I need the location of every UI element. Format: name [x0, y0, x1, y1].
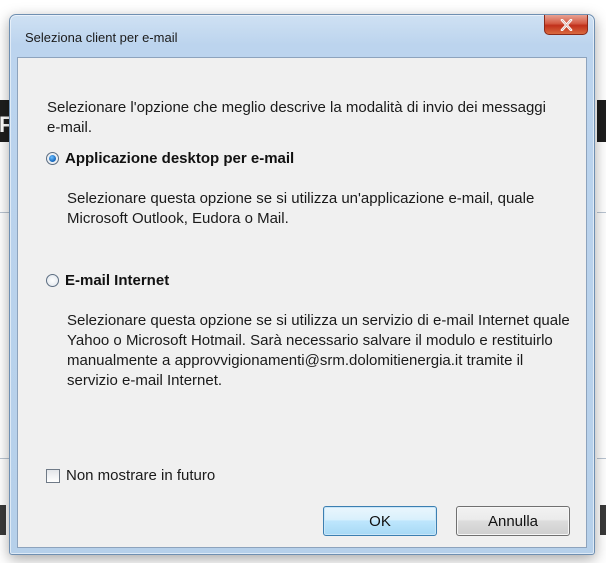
background-app-divider [0, 212, 9, 213]
dont-show-label: Non mostrare in futuro [66, 467, 216, 484]
background-app-edge-right [600, 505, 606, 535]
ok-button[interactable]: OK [323, 506, 437, 536]
background-app-edge-left [0, 505, 6, 535]
email-client-dialog: Seleziona client per e-mail Selezionare … [9, 14, 595, 555]
radio-desktop-email-label: Applicazione desktop per e-mail [65, 150, 295, 167]
radio-internet-email[interactable]: E-mail Internet [46, 272, 169, 289]
radio-internet-email-label: E-mail Internet [65, 272, 170, 289]
background-app-divider [0, 458, 9, 459]
dialog-title: Seleziona client per e-mail [25, 30, 178, 45]
desktop-email-description: Selezionare questa opzione se si utilizz… [67, 190, 535, 227]
radio-button-selected[interactable] [46, 152, 59, 165]
background-app-divider [597, 212, 606, 213]
radio-desktop-email[interactable]: Applicazione desktop per e-mail [46, 150, 294, 167]
background-app-dark-strip-right [597, 100, 606, 142]
dialog-body: Selezionare l'opzione che meglio descriv… [17, 57, 587, 548]
background-app-divider [597, 458, 606, 459]
intro-text: Selezionare l'opzione che meglio descriv… [47, 99, 546, 136]
close-x-icon [560, 18, 572, 31]
cancel-button[interactable]: Annulla [456, 506, 570, 536]
radio-dot-icon [49, 155, 56, 162]
dont-show-checkbox-row[interactable]: Non mostrare in futuro [46, 467, 215, 484]
dont-show-checkbox[interactable] [46, 468, 60, 483]
close-button[interactable] [544, 15, 588, 35]
radio-button-unselected[interactable] [46, 274, 59, 287]
internet-email-description: Selezionare questa opzione se si utilizz… [67, 312, 570, 389]
